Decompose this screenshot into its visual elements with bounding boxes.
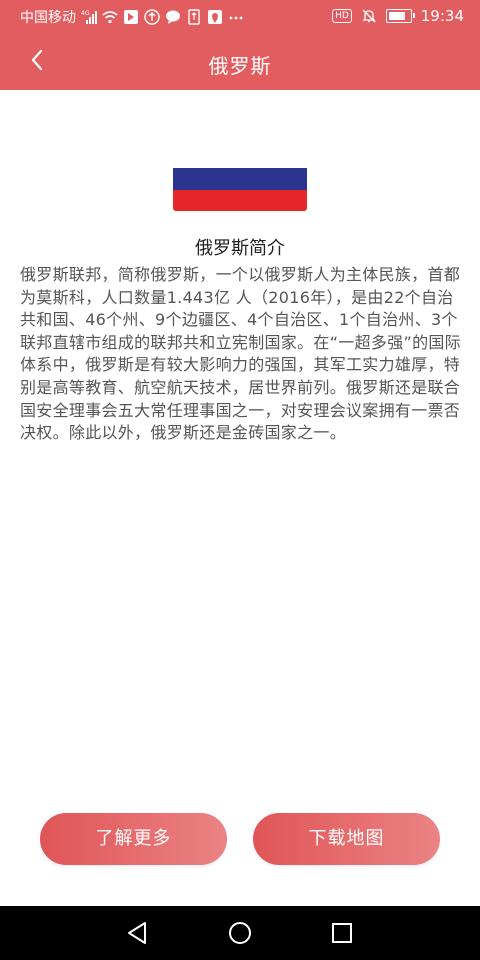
nav-home-button[interactable] — [226, 919, 254, 947]
location-notification-icon — [207, 9, 223, 25]
carrier-label: 中国移动 — [20, 10, 76, 26]
hd-badge: HD — [332, 9, 352, 23]
file-notification-icon — [186, 9, 202, 25]
download-map-button[interactable]: 下载地图 — [253, 813, 440, 865]
upload-notification-icon — [144, 9, 160, 25]
status-left: 中国移动 4G — [20, 7, 244, 27]
title-bar: 俄罗斯 — [0, 32, 480, 90]
home-circle-icon — [229, 922, 251, 944]
signal-icon: 4G — [81, 9, 97, 25]
more-notifications-icon — [228, 9, 244, 25]
system-nav-bar — [0, 906, 480, 960]
status-time: 19:34 — [420, 7, 464, 25]
wifi-icon — [102, 9, 118, 25]
intro-heading: 俄罗斯简介 — [195, 238, 285, 259]
chat-notification-icon — [165, 9, 181, 25]
page-title: 俄罗斯 — [208, 54, 272, 78]
learn-more-button[interactable]: 了解更多 — [40, 813, 227, 865]
status-bar: 中国移动 4G HD 19:34 — [0, 0, 480, 32]
flag-band-red — [173, 189, 307, 211]
russia-flag — [173, 147, 307, 211]
nav-recents-button[interactable] — [328, 919, 356, 947]
app-notification-icon — [123, 9, 139, 25]
recents-square-icon — [332, 923, 352, 943]
battery-icon — [385, 9, 415, 23]
flag-band-white — [173, 147, 307, 169]
status-right: HD 19:34 — [332, 7, 464, 25]
nav-back-button[interactable] — [124, 919, 152, 947]
intro-text: 俄罗斯联邦，简称俄罗斯，一个以俄罗斯人为主体民族，首都为莫斯科，人口数量1.44… — [20, 265, 461, 443]
back-triangle-icon — [128, 922, 146, 944]
svg-text:4G: 4G — [81, 10, 90, 17]
flag-band-blue — [173, 168, 307, 190]
mute-icon — [361, 8, 377, 24]
